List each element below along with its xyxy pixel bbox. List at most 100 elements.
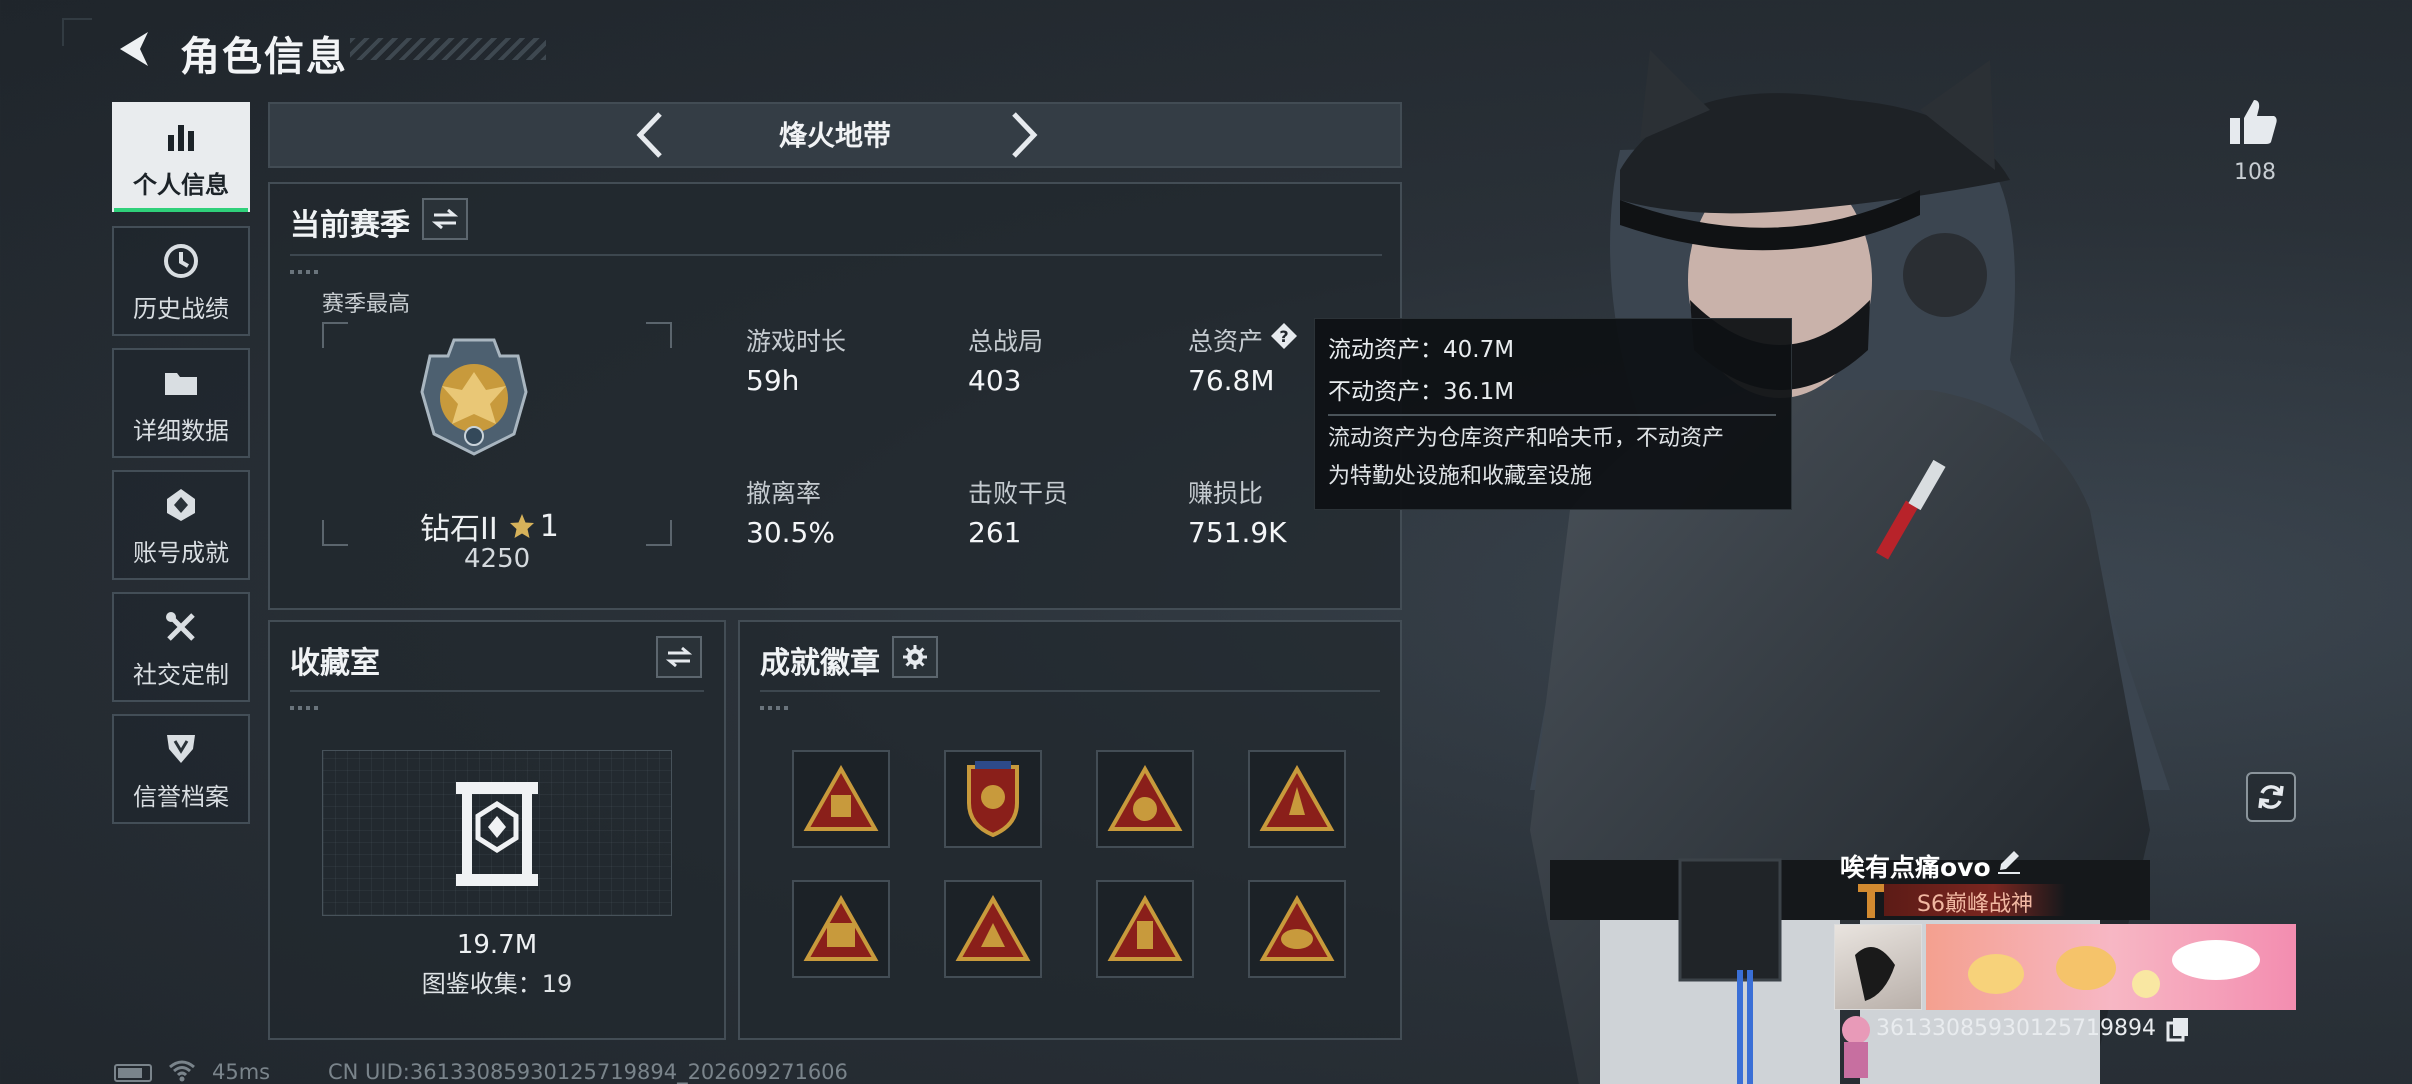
badge-icon <box>967 761 1019 838</box>
frame-corner <box>646 520 672 546</box>
corner-decoration <box>62 18 92 46</box>
rank-name: 钻石II <box>420 512 498 547</box>
mode-title: 烽火地带 <box>778 119 891 152</box>
tooltip-desc-line2: 为特勤处设施和收藏室设施 <box>1328 464 1593 489</box>
copy-icon[interactable] <box>2166 1016 2190 1042</box>
nav-social-custom[interactable]: 社交定制 <box>112 592 250 702</box>
title-decoration <box>350 38 546 60</box>
tools-icon <box>159 605 203 649</box>
dots-decoration <box>760 706 790 710</box>
clock-icon <box>159 239 203 283</box>
nav-history[interactable]: 历史战绩 <box>112 226 250 336</box>
badge-icon <box>1107 765 1183 831</box>
stat-label-profit-ratio: 赚损比 <box>1188 479 1264 508</box>
achievements-title: 成就徽章 <box>760 646 880 681</box>
frame-corner <box>646 322 672 348</box>
achievement-badge[interactable] <box>792 880 890 978</box>
badge-icon <box>1107 895 1183 961</box>
nav-label: 历史战绩 <box>133 294 229 323</box>
nav-personal-info[interactable]: 个人信息 <box>112 102 250 212</box>
stat-label-matches: 总战局 <box>968 327 1044 356</box>
tooltip-divider <box>1328 414 1776 416</box>
tooltip-fixed-assets: 不动资产：36.1M <box>1328 379 1515 405</box>
badge-icon <box>803 895 879 961</box>
frame-corner <box>322 322 348 348</box>
stat-value-kills: 261 <box>968 516 1022 549</box>
season-divider <box>290 254 1382 256</box>
player-name: 唉有点痛ovo <box>1840 853 1991 882</box>
stat-label-total-assets: 总资产 <box>1188 327 1264 356</box>
nav-credit-record[interactable]: 信誉档案 <box>112 714 250 824</box>
swap-icon <box>666 646 692 668</box>
shield-icon <box>159 727 203 771</box>
rank-line: 钻石II 1 <box>420 504 559 548</box>
achievements-settings-button[interactable] <box>892 636 938 678</box>
collection-divider <box>290 690 704 692</box>
stat-label-playtime: 游戏时长 <box>746 327 847 356</box>
badge-icon <box>1259 895 1335 961</box>
badge-icon <box>803 765 879 831</box>
dots-decoration <box>290 270 320 274</box>
collection-value: 19.7M <box>456 930 538 960</box>
ping-text: 45ms <box>212 1060 271 1084</box>
player-title: S6巅峰战神 <box>1917 892 2033 917</box>
collection-title: 收藏室 <box>290 646 380 681</box>
nav-achievements[interactable]: 账号成就 <box>112 470 250 580</box>
chevron-right-icon[interactable] <box>998 110 1046 160</box>
nav-detailed-data[interactable]: 详细数据 <box>112 348 250 458</box>
vault-icon <box>456 782 538 886</box>
stat-value-extract-rate: 30.5% <box>746 516 835 549</box>
diamond-rank-badge-icon <box>420 338 528 456</box>
bar-chart-icon <box>159 115 203 159</box>
stat-value-matches: 403 <box>968 364 1022 397</box>
like-count: 108 <box>2234 160 2276 185</box>
collection-swap-button[interactable] <box>656 636 702 678</box>
refresh-button[interactable] <box>2246 772 2296 822</box>
dots-decoration <box>290 706 320 710</box>
rank-score: 4250 <box>464 544 531 574</box>
tooltip-liquid-assets: 流动资产：40.7M <box>1328 337 1515 363</box>
gear-icon <box>903 645 927 669</box>
name-card-banner[interactable] <box>1926 924 2296 1010</box>
uid-footer: CN UID:36133085930125719894_202609271606 <box>328 1060 848 1084</box>
rank-title-emblem-icon <box>1858 884 1884 918</box>
pet-figure <box>1842 1016 1870 1078</box>
player-uid: 3613308593012571989​4 <box>1876 1016 2156 1041</box>
swap-icon <box>432 208 458 230</box>
achievement-badge[interactable] <box>944 880 1042 978</box>
achievement-icon <box>159 483 203 527</box>
help-icon[interactable]: ? <box>1270 322 1298 350</box>
stat-value-playtime: 59h <box>746 364 800 397</box>
edit-pencil-icon[interactable] <box>1996 848 2022 874</box>
thumbs-up-icon[interactable] <box>2228 96 2280 148</box>
achievement-badge[interactable] <box>792 750 890 848</box>
achievement-badge[interactable] <box>1248 880 1346 978</box>
refresh-icon <box>2258 785 2284 809</box>
back-arrow-icon[interactable] <box>112 26 158 72</box>
page-title: 角色信息 <box>180 34 348 80</box>
season-best-label: 赛季最高 <box>322 292 411 317</box>
nav-label: 信誉档案 <box>133 782 229 811</box>
wifi-icon <box>169 1060 195 1082</box>
season-swap-button[interactable] <box>422 198 468 240</box>
stat-label-kills: 击败干员 <box>968 479 1069 508</box>
frame-corner <box>322 520 348 546</box>
collection-count: 图鉴收集：19 <box>421 970 573 998</box>
achievements-divider <box>760 690 1380 692</box>
nav-label: 个人信息 <box>133 170 229 199</box>
svg-text:?: ? <box>1279 327 1288 346</box>
achievement-badge[interactable] <box>944 750 1042 848</box>
achievement-badge[interactable] <box>1096 880 1194 978</box>
achievement-badge[interactable] <box>1248 750 1346 848</box>
season-title: 当前赛季 <box>290 208 410 243</box>
folder-icon <box>159 361 203 405</box>
avatar[interactable] <box>1834 924 1922 1010</box>
badge-icon <box>955 895 1031 961</box>
stat-value-profit-ratio: 751.9K <box>1188 516 1287 549</box>
achievement-badge[interactable] <box>1096 750 1194 848</box>
rank-stars: 1 <box>539 508 559 544</box>
stat-value-total-assets: 76.8M <box>1188 364 1275 397</box>
star-icon <box>509 514 534 538</box>
badge-icon <box>1259 765 1335 831</box>
nav-label: 社交定制 <box>133 660 229 689</box>
